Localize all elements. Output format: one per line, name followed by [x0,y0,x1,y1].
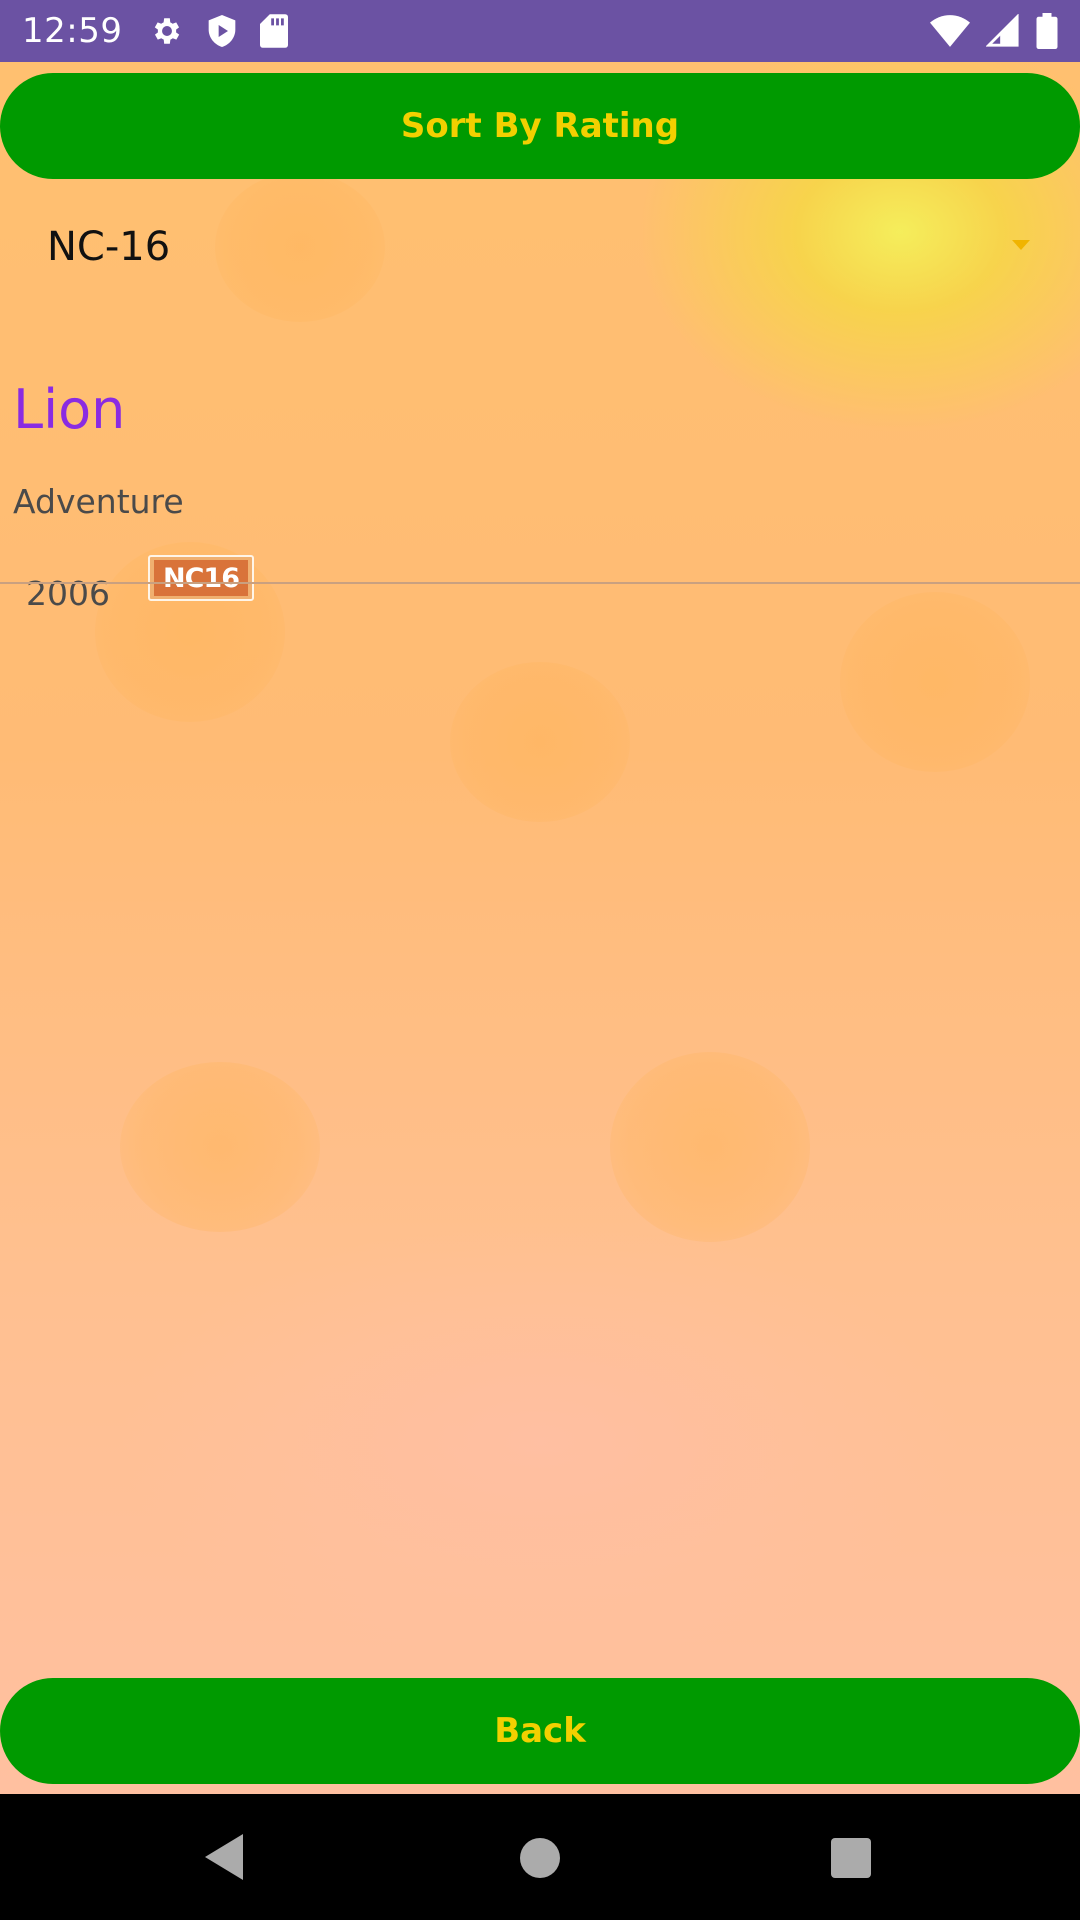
background-bubble [450,662,630,822]
back-triangle-icon[interactable] [205,1834,245,1884]
status-bar: 12:59 [0,0,1080,62]
battery-icon [1036,13,1058,49]
rating-badge: NC16 [148,555,254,601]
status-time: 12:59 [22,11,123,51]
background-bubble [120,1062,320,1232]
wifi-icon [930,15,970,47]
movie-title: Lion [13,378,126,441]
sd-card-icon [260,14,289,48]
signal-icon [986,14,1020,48]
gear-icon [150,14,184,48]
home-circle-icon[interactable] [520,1838,560,1878]
shield-play-icon [206,13,238,49]
status-right-icons [930,13,1058,49]
movie-list-item[interactable]: Lion Adventure 2006 NC16 [0,312,1080,646]
rating-badge-label: NC16 [154,560,248,596]
recents-square-icon[interactable] [831,1838,871,1878]
rating-filter-value: NC-16 [47,224,171,270]
list-divider [0,582,1080,584]
app-content: Sort By Rating NC-16 Lion Adventure 2006… [0,62,1080,1794]
navigation-bar [0,1794,1080,1920]
rating-filter-dropdown[interactable]: NC-16 [0,182,1080,312]
status-left-icons [150,13,289,49]
sort-by-rating-button[interactable]: Sort By Rating [0,73,1080,179]
dropdown-arrow-icon [1012,240,1030,250]
movie-year: 2006 [26,574,110,613]
back-button[interactable]: Back [0,1678,1080,1784]
movie-genre: Adventure [13,482,184,521]
background-bubble [610,1052,810,1242]
